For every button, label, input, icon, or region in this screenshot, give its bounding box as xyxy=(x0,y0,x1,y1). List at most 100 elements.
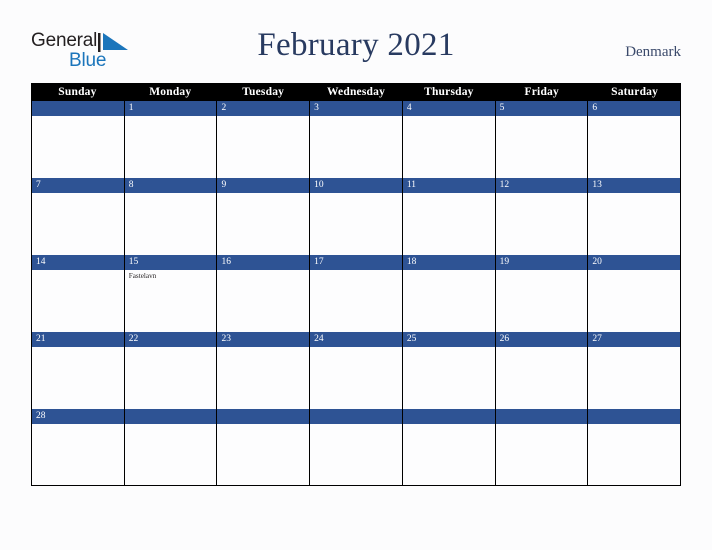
calendar-day-15[interactable]: 15 Fastelavn xyxy=(124,255,218,332)
calendar-week-row: 14 15 Fastelavn 16 17 18 19 20 xyxy=(31,255,681,332)
weekday-header-sunday: Sunday xyxy=(58,86,97,98)
day-number: 17 xyxy=(310,255,402,270)
calendar-day-5[interactable]: 5 xyxy=(495,101,589,178)
day-events xyxy=(217,347,309,409)
logo-text-blue: Blue xyxy=(69,50,107,71)
calendar-day-19[interactable]: 19 xyxy=(495,255,589,332)
day-number: 10 xyxy=(310,178,402,193)
day-events xyxy=(217,424,309,485)
day-events xyxy=(125,193,217,255)
calendar-day-8[interactable]: 8 xyxy=(124,178,218,255)
day-number: 13 xyxy=(588,178,681,193)
calendar-day-22[interactable]: 22 xyxy=(124,332,218,409)
day-events xyxy=(32,116,124,178)
day-number: 26 xyxy=(495,332,588,347)
day-events xyxy=(32,270,124,332)
calendar-day-3[interactable]: 3 xyxy=(310,101,403,178)
calendar-day-empty[interactable] xyxy=(124,409,218,485)
day-number: 14 xyxy=(32,255,124,270)
calendar-day-13[interactable]: 13 xyxy=(588,178,681,255)
day-events xyxy=(403,424,495,485)
day-events xyxy=(310,270,402,332)
day-number xyxy=(495,409,588,424)
day-number: 1 xyxy=(124,101,217,116)
day-events xyxy=(310,424,402,485)
calendar-day-26[interactable]: 26 xyxy=(495,332,589,409)
general-blue-logo[interactable]: General Blue xyxy=(31,30,151,76)
calendar-day-21[interactable]: 21 xyxy=(32,332,125,409)
weekday-header-thursday: Thursday xyxy=(424,86,474,98)
calendar-day-6[interactable]: 6 xyxy=(588,101,681,178)
day-number: 3 xyxy=(310,101,402,116)
weekday-header-row: Sunday Monday Tuesday Wednesday Thursday Frid… xyxy=(31,83,681,101)
calendar-day-7[interactable]: 7 xyxy=(32,178,125,255)
day-events xyxy=(403,193,495,255)
calendar-day-9[interactable]: 9 xyxy=(217,178,311,255)
calendar-weeks: 1 2 3 4 5 6 7 8 9 10 11 12 13 14 15 Fastelavn 16 17 18 19 20… xyxy=(31,101,681,486)
weekday-header-saturday: Saturday xyxy=(611,86,659,98)
day-number: 6 xyxy=(588,101,681,116)
weekday-header-tuesday: Tuesday xyxy=(242,86,285,98)
page-title: February 2021 xyxy=(257,27,455,63)
calendar-day-20[interactable]: 20 xyxy=(588,255,681,332)
calendar-day-18[interactable]: 18 xyxy=(402,255,496,332)
day-events xyxy=(496,116,588,178)
day-events xyxy=(32,347,124,409)
day-number: 25 xyxy=(402,332,495,347)
calendar-day-2[interactable]: 2 xyxy=(217,101,311,178)
calendar-grid: Sunday Monday Tuesday Wednesday Thursday Frid… xyxy=(31,83,681,486)
day-events xyxy=(217,270,309,332)
calendar-day-24[interactable]: 24 xyxy=(310,332,403,409)
weekday-header-wednesday: Wednesday xyxy=(326,86,386,98)
calendar-day-17[interactable]: 17 xyxy=(310,255,403,332)
calendar-day-empty[interactable] xyxy=(217,409,311,485)
calendar-day-28[interactable]: 28 xyxy=(32,409,125,485)
day-number: 19 xyxy=(495,255,588,270)
calendar-day-empty[interactable] xyxy=(402,409,496,485)
calendar-day-1[interactable]: 1 xyxy=(124,101,218,178)
day-number xyxy=(32,101,124,116)
day-number: 11 xyxy=(402,178,495,193)
calendar-day-25[interactable]: 25 xyxy=(402,332,496,409)
calendar-day-empty[interactable] xyxy=(495,409,589,485)
day-events xyxy=(588,347,680,409)
day-events xyxy=(125,116,217,178)
day-number: 23 xyxy=(217,332,310,347)
day-events xyxy=(588,424,680,485)
day-events xyxy=(496,424,588,485)
calendar-day-16[interactable]: 16 xyxy=(217,255,311,332)
day-number: 18 xyxy=(402,255,495,270)
weekday-header-friday: Friday xyxy=(524,86,559,98)
day-number: 16 xyxy=(217,255,310,270)
day-event[interactable]: Fastelavn xyxy=(129,272,214,281)
day-events xyxy=(403,270,495,332)
calendar-day-27[interactable]: 27 xyxy=(588,332,681,409)
day-events xyxy=(217,116,309,178)
calendar-day-empty[interactable] xyxy=(32,101,125,178)
day-events xyxy=(310,193,402,255)
day-number xyxy=(217,409,310,424)
day-events xyxy=(403,347,495,409)
day-events xyxy=(217,193,309,255)
day-number: 21 xyxy=(32,332,124,347)
calendar-day-23[interactable]: 23 xyxy=(217,332,311,409)
day-number: 22 xyxy=(124,332,217,347)
day-events xyxy=(496,193,588,255)
calendar-day-4[interactable]: 4 xyxy=(402,101,496,178)
day-number: 2 xyxy=(217,101,310,116)
day-number: 4 xyxy=(402,101,495,116)
calendar-day-11[interactable]: 11 xyxy=(402,178,496,255)
country-label: Denmark xyxy=(625,44,681,60)
calendar-day-empty[interactable] xyxy=(588,409,681,485)
calendar-day-12[interactable]: 12 xyxy=(495,178,589,255)
calendar-week-row: 21 22 23 24 25 26 27 xyxy=(31,332,681,409)
weekday-header-monday: Monday xyxy=(149,86,192,98)
calendar-day-empty[interactable] xyxy=(310,409,403,485)
day-events xyxy=(125,424,217,485)
day-events xyxy=(32,424,124,485)
calendar-day-14[interactable]: 14 xyxy=(32,255,125,332)
calendar-day-10[interactable]: 10 xyxy=(310,178,403,255)
day-number: 8 xyxy=(124,178,217,193)
day-number: 20 xyxy=(588,255,681,270)
day-events: Fastelavn xyxy=(125,270,217,332)
